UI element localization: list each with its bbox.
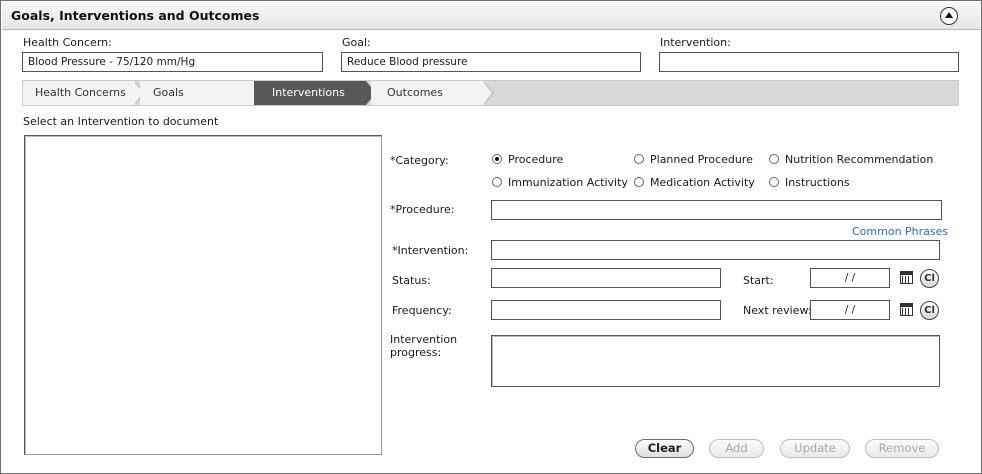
clear-button[interactable]: Clear <box>635 439 694 458</box>
calendar-icon[interactable] <box>900 271 913 284</box>
intervention-progress-textarea[interactable] <box>491 335 940 387</box>
next-review-label: Next review: <box>743 304 812 317</box>
calendar-icon[interactable] <box>900 303 913 316</box>
tab-outcomes[interactable]: Outcomes <box>371 81 494 105</box>
intervention-field[interactable] <box>491 240 940 260</box>
panel-header: Goals, Interventions and Outcomes <box>2 2 980 30</box>
radio-label: Nutrition Recommendation <box>785 153 934 166</box>
radio-label: Procedure <box>508 153 564 166</box>
frequency-field[interactable] <box>491 300 721 320</box>
radio-label: Medication Activity <box>650 176 755 189</box>
category-medication-radio[interactable]: Medication Activity <box>634 176 755 189</box>
radio-button-icon <box>769 154 779 164</box>
intervention-summary-field[interactable] <box>659 52 959 72</box>
start-label: Start: <box>743 274 774 287</box>
clear-date-icon[interactable]: Cl <box>920 269 939 288</box>
category-label: *Category: <box>390 154 449 167</box>
progress-label-line1: Intervention <box>390 333 458 346</box>
goal-field[interactable]: Reduce Blood pressure <box>341 52 641 72</box>
category-planned-procedure-radio[interactable]: Planned Procedure <box>634 153 753 166</box>
next-review-date-field[interactable]: / / <box>810 300 890 320</box>
update-button[interactable]: Update <box>780 439 850 458</box>
start-date-field[interactable]: / / <box>810 268 890 288</box>
tab-label: Goals <box>153 86 184 99</box>
procedure-label: *Procedure: <box>390 203 455 216</box>
frequency-label: Frequency: <box>392 304 452 317</box>
radio-button-icon <box>634 177 644 187</box>
goal-label: Goal: <box>342 36 371 49</box>
category-instructions-radio[interactable]: Instructions <box>769 176 850 189</box>
status-field[interactable] <box>491 268 721 288</box>
intervention-list[interactable] <box>24 135 382 455</box>
remove-button[interactable]: Remove <box>865 439 939 458</box>
add-button[interactable]: Add <box>709 439 764 458</box>
status-label: Status: <box>392 274 431 287</box>
intervention-label: *Intervention: <box>392 244 469 257</box>
clear-date-icon[interactable]: Cl <box>920 301 939 320</box>
category-immunization-radio[interactable]: Immunization Activity <box>492 176 628 189</box>
procedure-field[interactable] <box>491 200 942 220</box>
radio-label: Planned Procedure <box>650 153 753 166</box>
radio-button-icon <box>492 177 502 187</box>
collapse-up-icon[interactable] <box>940 7 958 25</box>
radio-button-icon <box>492 154 502 164</box>
category-nutrition-radio[interactable]: Nutrition Recommendation <box>769 153 933 166</box>
radio-label: Instructions <box>785 176 850 189</box>
tab-label: Outcomes <box>387 86 443 99</box>
category-procedure-radio[interactable]: Procedure <box>492 153 563 166</box>
workflow-tabs: Health Concerns Goals Interventions Outc… <box>22 80 959 106</box>
panel-title: Goals, Interventions and Outcomes <box>11 8 260 23</box>
health-concern-label: Health Concern: <box>23 36 112 49</box>
tab-label: Health Concerns <box>35 86 126 99</box>
tab-interventions[interactable]: Interventions <box>254 81 376 105</box>
list-instruction: Select an Intervention to document <box>23 115 219 128</box>
health-concern-field[interactable]: Blood Pressure - 75/120 mm/Hg <box>22 52 323 72</box>
progress-label-line2: progress: <box>390 346 442 359</box>
common-phrases-link[interactable]: Common Phrases <box>852 225 948 238</box>
goals-panel: Goals, Interventions and Outcomes Health… <box>0 0 982 474</box>
radio-label: Immunization Activity <box>508 176 628 189</box>
radio-button-icon <box>634 154 644 164</box>
tab-goals[interactable]: Goals <box>140 81 264 105</box>
tab-health-concerns[interactable]: Health Concerns <box>23 81 145 105</box>
tab-label: Interventions <box>272 86 345 99</box>
intervention-summary-label: Intervention: <box>660 36 731 49</box>
radio-button-icon <box>769 177 779 187</box>
